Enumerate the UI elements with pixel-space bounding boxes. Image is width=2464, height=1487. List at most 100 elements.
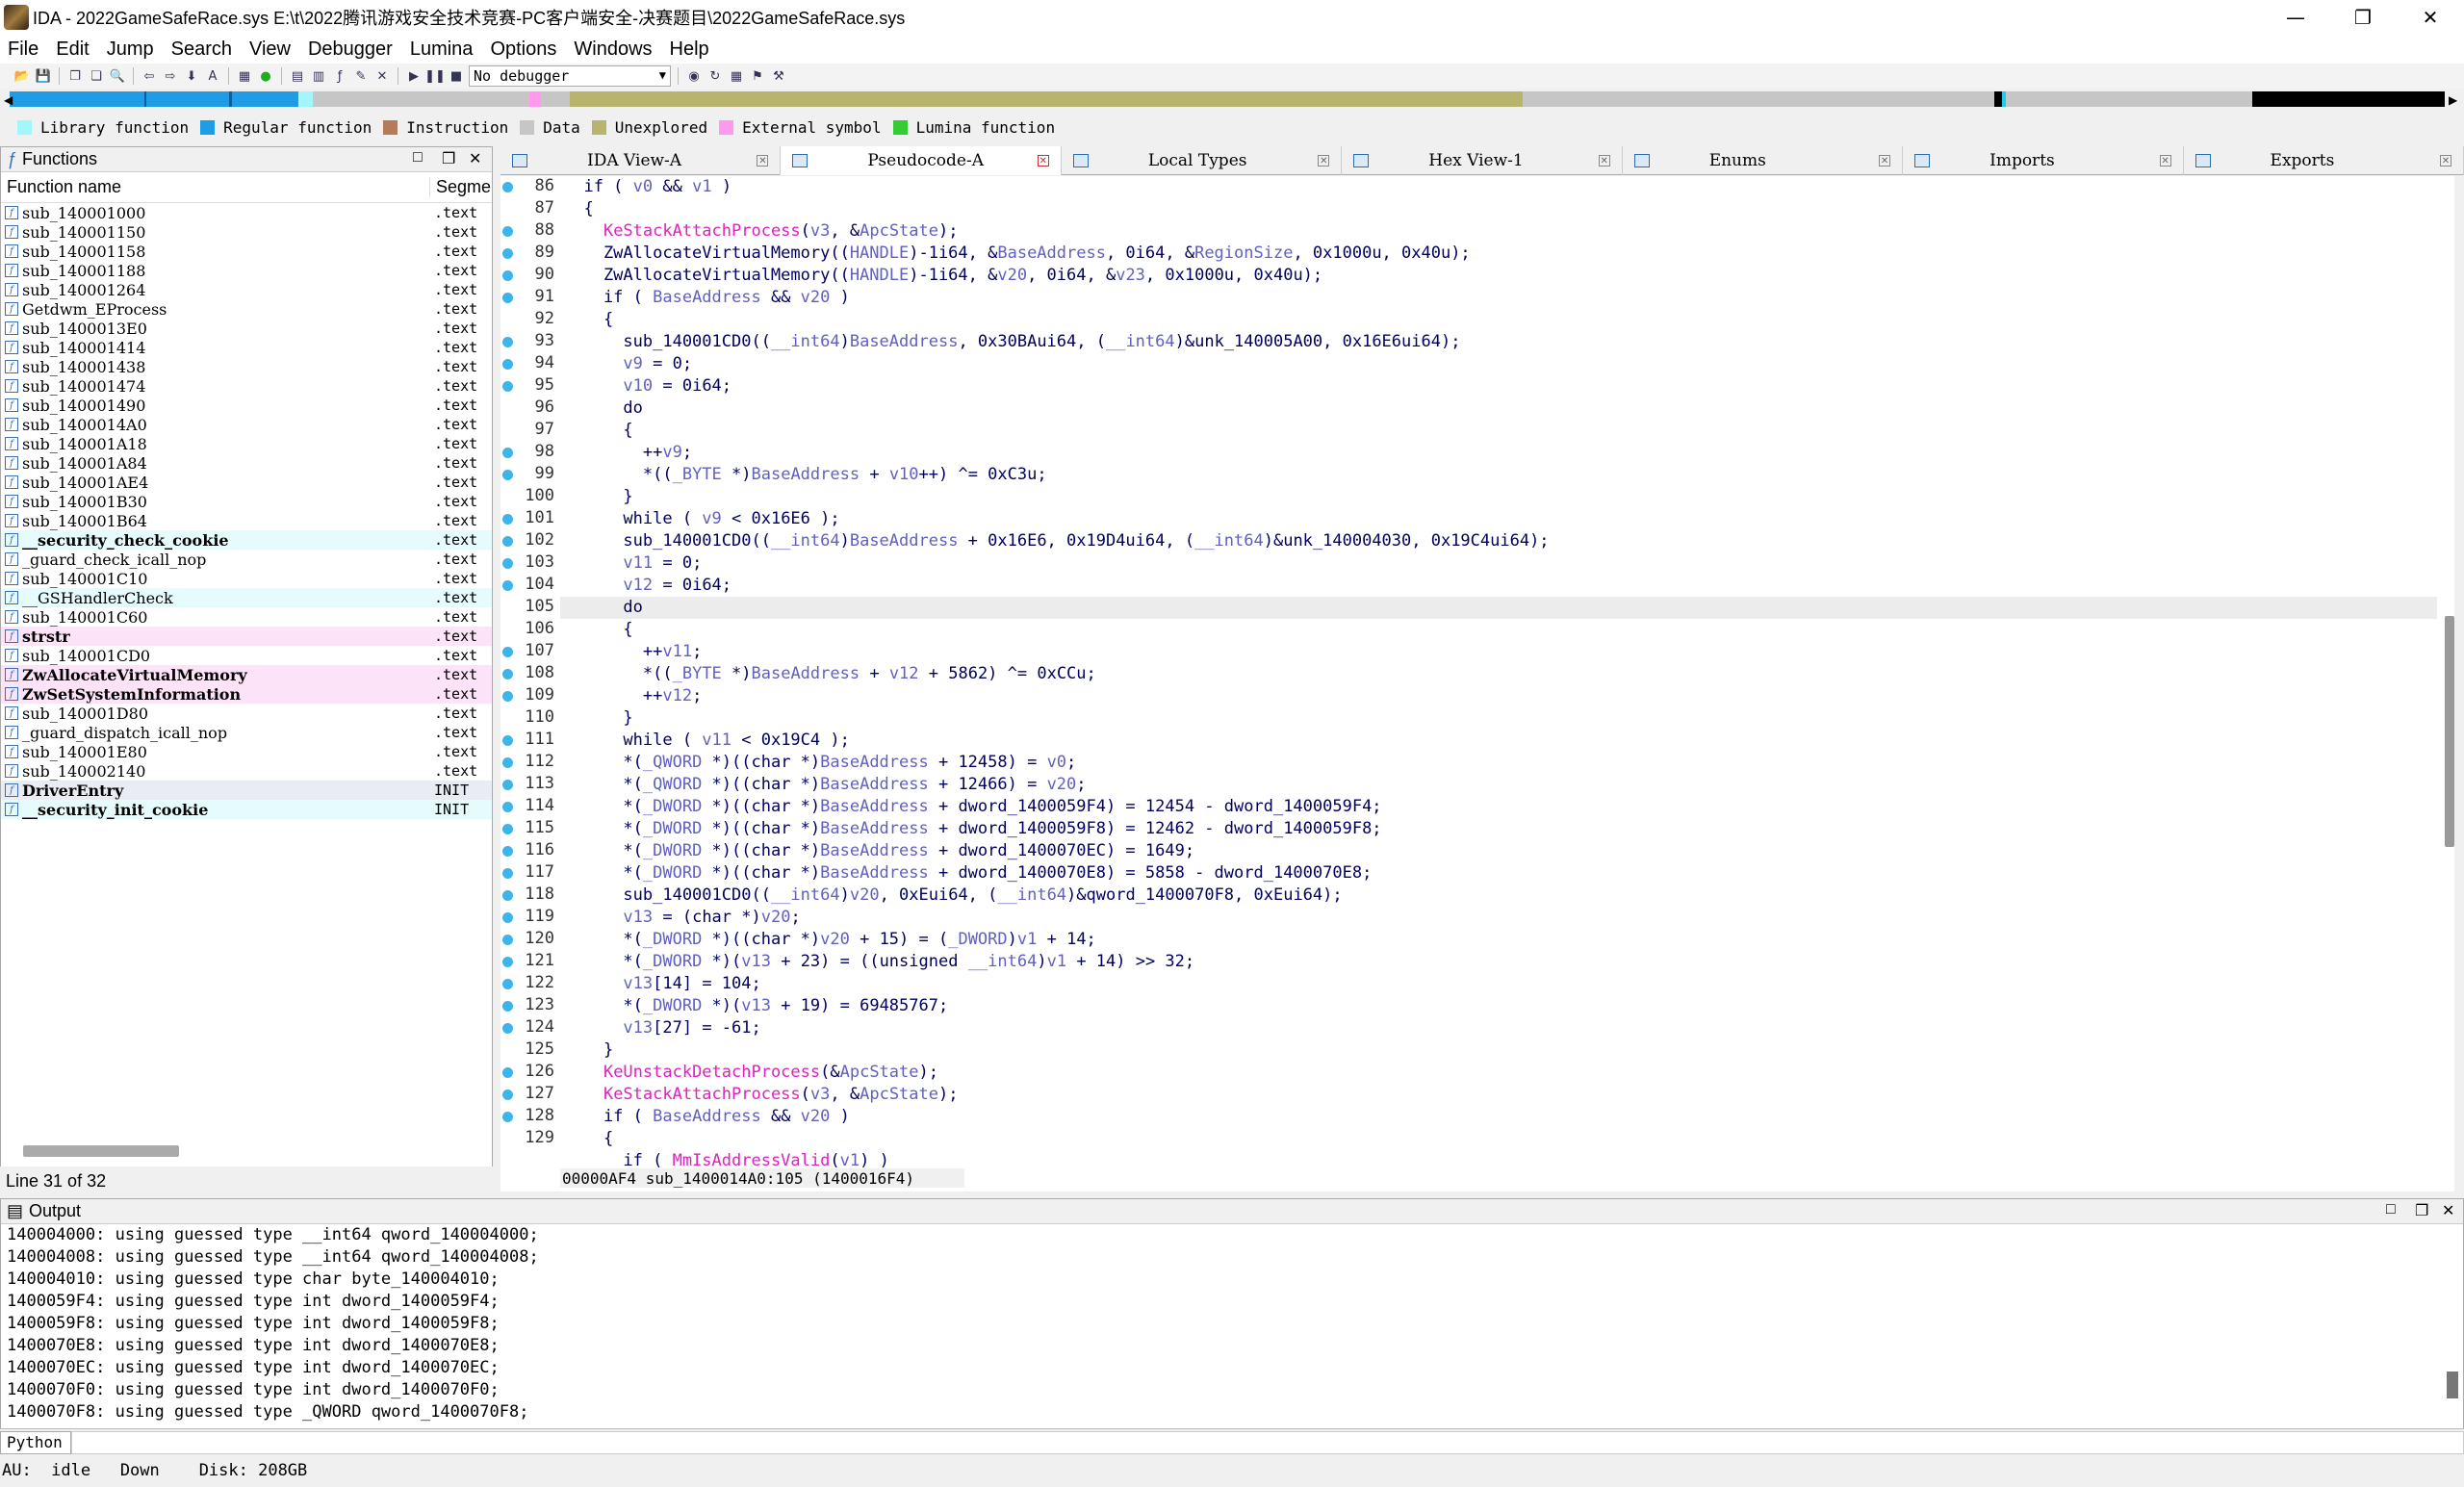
tab-pseudocode-a[interactable]: Pseudocode-A ✕: [781, 146, 1062, 175]
tab-close-icon[interactable]: ✕: [1879, 155, 1891, 167]
breakpoint-dot[interactable]: [502, 248, 513, 259]
menu-windows[interactable]: Windows: [574, 38, 652, 61]
function-row[interactable]: f sub_140001C60 .text: [1, 607, 492, 627]
graph-icon[interactable]: ▦: [236, 67, 253, 85]
code-line[interactable]: sub_140001CD0((__int64)BaseAddress, 0x30…: [564, 331, 1460, 353]
breakpoint-dot[interactable]: [502, 226, 513, 237]
nav-right-arrow-icon[interactable]: ▶: [2449, 93, 2457, 107]
code-line[interactable]: v12 = 0i64;: [564, 575, 732, 597]
menu-debugger[interactable]: Debugger: [308, 38, 393, 61]
tool-icon[interactable]: ⚒: [770, 67, 787, 85]
cancel-icon[interactable]: ✕: [373, 67, 391, 85]
function-row[interactable]: f sub_140001A18 .text: [1, 434, 492, 453]
tab-close-icon[interactable]: ✕: [757, 155, 769, 167]
refresh-icon[interactable]: ↻: [706, 67, 724, 85]
tab-close-icon[interactable]: ✕: [1598, 155, 1610, 167]
code-line[interactable]: *(_QWORD *)((char *)BaseAddress + 12458)…: [564, 752, 1076, 774]
function-row[interactable]: f sub_140001A84 .text: [1, 453, 492, 473]
code-line[interactable]: ++v12;: [564, 685, 702, 707]
panel-float-icon[interactable]: ❐: [442, 149, 455, 168]
function-row[interactable]: f ZwAllocateVirtualMemory .text: [1, 665, 492, 684]
function-row[interactable]: f sub_140002140 .text: [1, 761, 492, 781]
code-line[interactable]: *(_DWORD *)((char *)BaseAddress + dword_…: [564, 862, 1372, 885]
breakpoint-dot[interactable]: [502, 470, 513, 480]
breakpoint-dot[interactable]: [502, 935, 513, 945]
tab-imports[interactable]: Imports ✕: [1903, 146, 2184, 175]
function-row[interactable]: f sub_140001CD0 .text: [1, 646, 492, 665]
function-row[interactable]: f sub_140001150 .text: [1, 222, 492, 242]
tab-close-icon[interactable]: ✕: [2159, 155, 2171, 167]
save-icon[interactable]: 💾: [35, 67, 52, 85]
output-float-icon[interactable]: ❐: [2415, 1201, 2428, 1220]
paste-icon[interactable]: ❏: [88, 67, 105, 85]
code-line[interactable]: do: [564, 397, 642, 420]
breakpoint-dot[interactable]: [502, 580, 513, 591]
breakpoint-dot[interactable]: [502, 890, 513, 901]
code-line[interactable]: {: [564, 198, 593, 220]
breakpoint-dot[interactable]: [502, 381, 513, 392]
breakpoint-dot[interactable]: [502, 735, 513, 746]
struct-icon[interactable]: ▤: [289, 67, 306, 85]
function-row[interactable]: f sub_140001438 .text: [1, 357, 492, 376]
output-scrollbar[interactable]: [2447, 1372, 2458, 1398]
code-line[interactable]: if ( BaseAddress && v20 ): [564, 287, 850, 309]
function-row[interactable]: f sub_140001158 .text: [1, 242, 492, 261]
function-row[interactable]: f sub_1400013E0 .text: [1, 319, 492, 338]
output-close-icon[interactable]: ✕: [2442, 1201, 2454, 1220]
function-row[interactable]: f sub_140001AE4 .text: [1, 473, 492, 492]
code-line[interactable]: do: [560, 597, 2437, 619]
function-row[interactable]: f sub_140001000 .text: [1, 203, 492, 222]
code-line[interactable]: ++v11;: [564, 641, 702, 663]
code-line[interactable]: sub_140001CD0((__int64)BaseAddress + 0x1…: [564, 530, 1549, 552]
stop-icon[interactable]: ■: [448, 67, 465, 85]
breakpoint-dot[interactable]: [502, 757, 513, 768]
forward-icon[interactable]: ⇨: [162, 67, 179, 85]
function-row[interactable]: f sub_140001264 .text: [1, 280, 492, 299]
code-line[interactable]: ++v9;: [564, 442, 692, 464]
close-button[interactable]: ✕: [2397, 0, 2464, 35]
code-line[interactable]: v9 = 0;: [564, 353, 692, 375]
code-line[interactable]: sub_140001CD0((__int64)v20, 0xEui64, (__…: [564, 885, 1342, 907]
breakpoint-dot[interactable]: [502, 846, 513, 857]
tab-close-icon[interactable]: ✕: [1318, 155, 1330, 167]
panel-restore-icon[interactable]: □: [413, 149, 423, 167]
tab-local-types[interactable]: Local Types ✕: [1062, 146, 1343, 175]
code-line[interactable]: while ( v9 < 0x16E6 );: [564, 508, 839, 530]
code-line[interactable]: {: [564, 619, 632, 641]
function-row[interactable]: f sub_140001B30 .text: [1, 492, 492, 511]
code-line[interactable]: v13 = (char *)v20;: [564, 907, 800, 929]
breakpoint-dot[interactable]: [502, 1023, 513, 1034]
open-icon[interactable]: 📂: [13, 67, 31, 85]
green-dot-icon[interactable]: ●: [257, 67, 274, 85]
function-row[interactable]: f sub_140001490 .text: [1, 396, 492, 415]
function-row[interactable]: f sub_140001B64 .text: [1, 511, 492, 530]
code-line[interactable]: ZwAllocateVirtualMemory((HANDLE)-1i64, &…: [564, 265, 1322, 287]
code-line[interactable]: KeStackAttachProcess(v3, &ApcState);: [564, 220, 959, 243]
maximize-button[interactable]: ❐: [2329, 0, 2397, 35]
code-line[interactable]: *(_DWORD *)(v13 + 19) = 69485767;: [564, 995, 948, 1017]
breakpoint-dot[interactable]: [502, 514, 513, 525]
code-line[interactable]: KeStackAttachProcess(v3, &ApcState);: [564, 1084, 959, 1106]
menu-file[interactable]: File: [8, 38, 38, 61]
breakpoint-dot[interactable]: [502, 448, 513, 458]
breakpoint-dot[interactable]: [502, 1067, 513, 1078]
tab-close-icon[interactable]: ✕: [2439, 155, 2451, 167]
menu-help[interactable]: Help: [670, 38, 709, 61]
debugger-select[interactable]: No debugger ▼: [469, 65, 671, 87]
breakpoint-dot[interactable]: [502, 780, 513, 790]
function-row[interactable]: f sub_1400014A0 .text: [1, 415, 492, 434]
breakpoint-dot[interactable]: [502, 558, 513, 569]
code-line[interactable]: }: [564, 707, 632, 730]
run-icon[interactable]: ▶: [405, 67, 423, 85]
find-icon[interactable]: 🔍: [109, 67, 126, 85]
copy-icon[interactable]: ❐: [66, 67, 84, 85]
enum-icon[interactable]: ▥: [310, 67, 327, 85]
column-segment[interactable]: Segme: [430, 177, 491, 197]
output-restore-icon[interactable]: □: [2386, 1201, 2396, 1218]
function-row[interactable]: f __security_init_cookie INIT: [1, 800, 492, 819]
code-line[interactable]: *(_DWORD *)((char *)BaseAddress + dword_…: [564, 818, 1381, 840]
tab-exports[interactable]: Exports ✕: [2184, 146, 2464, 175]
breakpoint-dot[interactable]: [502, 912, 513, 923]
minimize-button[interactable]: —: [2262, 0, 2329, 35]
code-line[interactable]: while ( v11 < 0x19C4 );: [564, 730, 849, 752]
